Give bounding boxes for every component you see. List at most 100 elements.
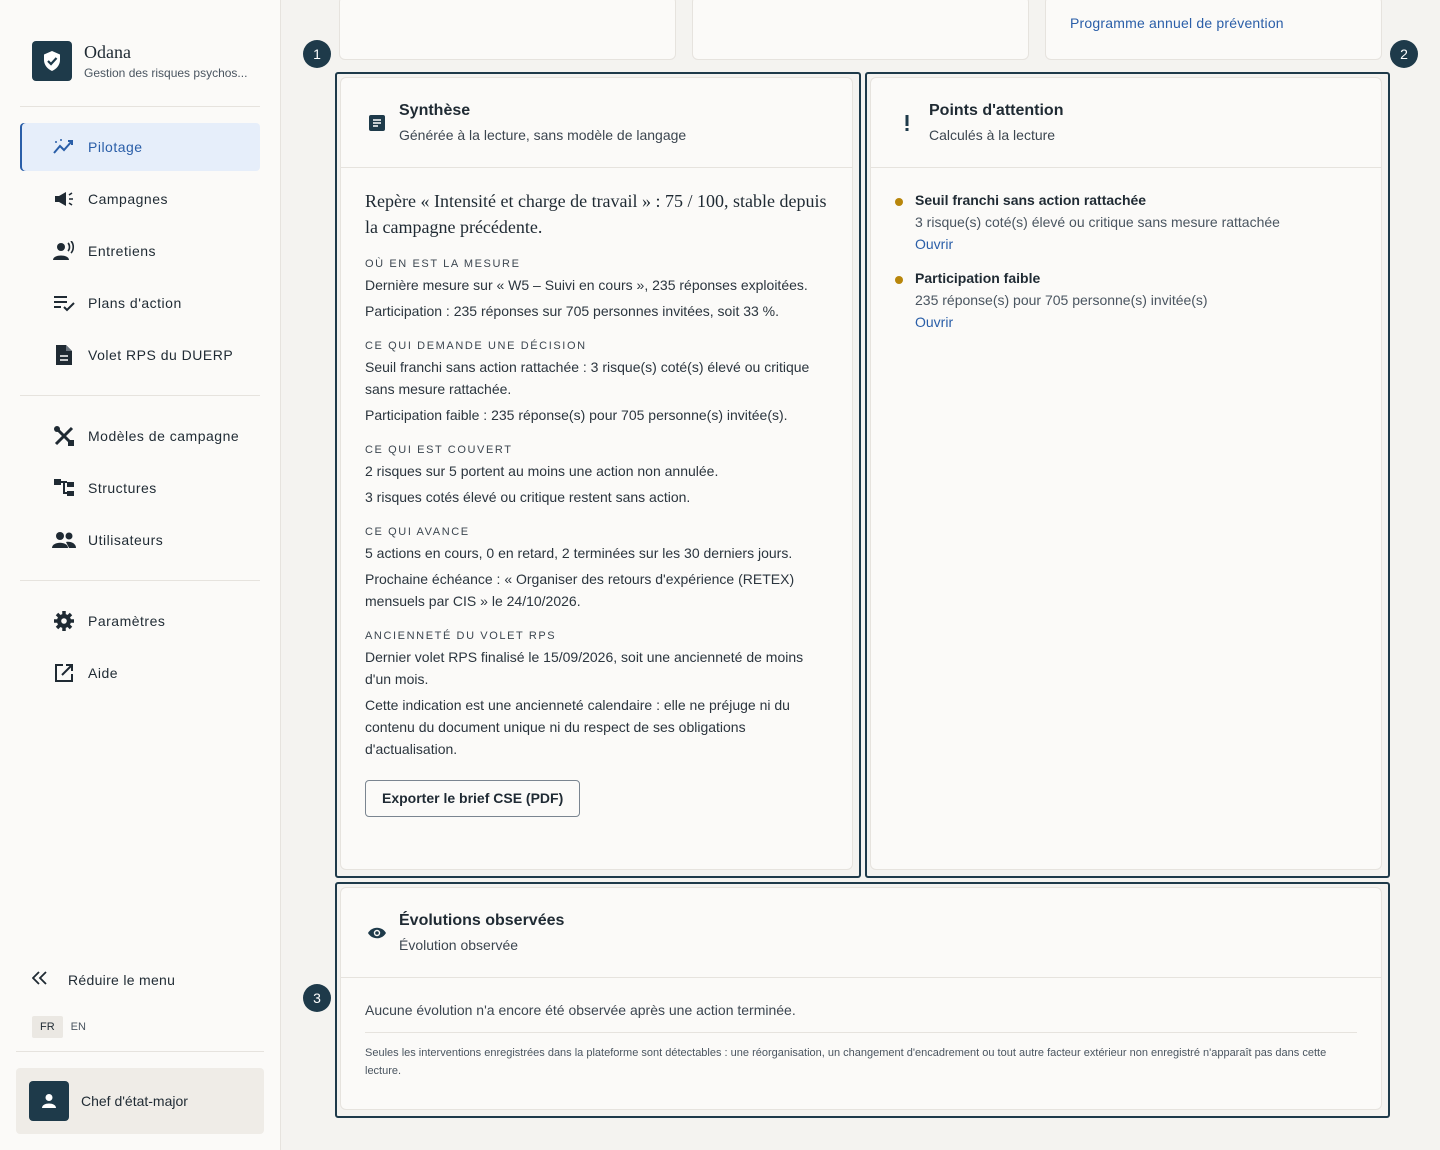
export-pdf-button[interactable]: Exporter le brief CSE (PDF) xyxy=(365,780,581,817)
section-paragraph: 2 risques sur 5 portent au moins une act… xyxy=(365,463,719,479)
evolutions-note: Seules les interventions enregistrées da… xyxy=(365,1047,1327,1077)
sidebar: Odana Gestion des risques psychos... Pil… xyxy=(0,0,281,1150)
card-subtitle: Évolution observée xyxy=(399,937,519,953)
open-link[interactable]: Ouvrir xyxy=(915,236,1357,252)
exclamation-icon xyxy=(895,111,919,135)
nav-label: Plans d'action xyxy=(88,295,182,311)
trending-icon xyxy=(52,135,76,159)
section-paragraph: Seuil franchi sans action rattachée : 3 … xyxy=(365,359,810,397)
document-icon xyxy=(52,343,76,367)
nav-label: Paramètres xyxy=(88,613,166,629)
section-paragraph: Prochaine échéance : « Organiser des ret… xyxy=(365,571,795,609)
lang-fr[interactable]: FR xyxy=(32,1016,63,1038)
top-card xyxy=(339,0,676,60)
attention-title: Seuil franchi sans action rattachée xyxy=(915,192,1147,208)
section-paragraph: 3 risques cotés élevé ou critique resten… xyxy=(365,489,691,505)
section-paragraph: 5 actions en cours, 0 en retard, 2 termi… xyxy=(365,545,793,561)
checklist-icon xyxy=(52,291,76,315)
nav-label: Volet RPS du DUERP xyxy=(88,347,234,363)
nav-item-volet-rps[interactable]: Volet RPS du DUERP xyxy=(20,331,260,379)
speaking-person-icon xyxy=(52,239,76,263)
divider xyxy=(16,1051,264,1052)
nav-item-entretiens[interactable]: Entretiens xyxy=(20,227,260,275)
nav-label: Utilisateurs xyxy=(88,532,164,548)
divider xyxy=(20,580,260,581)
nav-item-plans-action[interactable]: Plans d'action xyxy=(20,279,260,327)
synthese-card: Synthèse Générée à la lecture, sans modè… xyxy=(340,77,853,870)
double-chevron-left-icon xyxy=(31,971,56,988)
top-card: Programme annuel de prévention xyxy=(1045,0,1382,60)
divider xyxy=(20,106,260,107)
card-subtitle: Calculés à la lecture xyxy=(929,127,1056,143)
attention-item: Seuil franchi sans action rattachée 3 ri… xyxy=(893,192,1357,252)
nav-label: Campagnes xyxy=(88,191,168,207)
warning-dot-icon xyxy=(895,198,903,206)
group-icon xyxy=(52,528,76,552)
warning-dot-icon xyxy=(895,276,903,284)
section-label: Ce qui est couvert xyxy=(365,444,513,456)
card-title: Évolutions observées xyxy=(399,912,565,929)
brand[interactable]: Odana Gestion des risques psychos... xyxy=(32,41,247,81)
nav-label: Pilotage xyxy=(88,139,143,155)
attention-desc: 235 réponse(s) pour 705 personne(s) invi… xyxy=(915,292,1208,308)
top-card xyxy=(692,0,1029,60)
step-marker: 1 xyxy=(303,40,331,68)
user-avatar-icon xyxy=(29,1081,69,1121)
open-link[interactable]: Ouvrir xyxy=(915,314,1357,330)
shield-check-icon xyxy=(32,41,72,81)
section-label: Ancienneté du volet RPS xyxy=(365,630,557,642)
language-switcher: FR EN xyxy=(32,1016,94,1038)
nav-item-utilisateurs[interactable]: Utilisateurs xyxy=(20,516,260,564)
attention-item: Participation faible 235 réponse(s) pour… xyxy=(893,270,1357,330)
card-header: Synthèse Générée à la lecture, sans modè… xyxy=(341,78,852,168)
lang-en[interactable]: EN xyxy=(63,1016,94,1038)
divider xyxy=(365,1032,1357,1033)
card-header: Évolutions observées Évolution observée xyxy=(341,888,1381,978)
article-icon xyxy=(365,111,389,135)
step-marker: 2 xyxy=(1390,40,1418,68)
programme-link[interactable]: Programme annuel de prévention xyxy=(1070,15,1284,31)
eye-icon xyxy=(365,921,389,945)
section-paragraph: Dernière mesure sur « W5 – Suivi en cour… xyxy=(365,277,808,293)
card-header: Points d'attention Calculés à la lecture xyxy=(871,78,1381,168)
nav-item-parametres[interactable]: Paramètres xyxy=(20,597,260,645)
nav-label: Aide xyxy=(88,665,119,681)
attention-desc: 3 risque(s) coté(s) élevé ou critique sa… xyxy=(915,214,1280,230)
brand-name: Odana xyxy=(84,42,131,62)
section-label: Ce qui demande une décision xyxy=(365,340,587,352)
section-paragraph: Participation : 235 réponses sur 705 per… xyxy=(365,303,780,319)
nav-item-modeles[interactable]: Modèles de campagne xyxy=(20,412,260,460)
user-menu[interactable]: Chef d'état-major xyxy=(16,1068,264,1134)
divider xyxy=(20,395,260,396)
section-paragraph: Dernier volet RPS finalisé le 15/09/2026… xyxy=(365,649,804,687)
nav-item-campagnes[interactable]: Campagnes xyxy=(20,175,260,223)
collapse-label: Réduire le menu xyxy=(68,971,176,988)
card-title: Points d'attention xyxy=(929,102,1064,119)
card-subtitle: Générée à la lecture, sans modèle de lan… xyxy=(399,127,687,143)
attention-card: Points d'attention Calculés à la lecture… xyxy=(870,77,1382,870)
collapse-menu-button[interactable]: Réduire le menu xyxy=(31,971,176,988)
tools-icon xyxy=(52,424,76,448)
step-marker: 3 xyxy=(303,984,331,1012)
nav-label: Modèles de campagne xyxy=(88,428,240,444)
external-link-icon xyxy=(52,661,76,685)
nav-item-pilotage[interactable]: Pilotage xyxy=(20,123,260,171)
synthese-lead: Repère « Intensité et charge de travail … xyxy=(365,191,827,237)
nav-item-aide[interactable]: Aide xyxy=(20,649,260,697)
nav-label: Structures xyxy=(88,480,157,496)
brand-subtitle: Gestion des risques psychos... xyxy=(84,66,248,80)
nav-item-structures[interactable]: Structures xyxy=(20,464,260,512)
user-name: Chef d'état-major xyxy=(81,1093,188,1109)
section-paragraph: Cette indication est une ancienneté cale… xyxy=(365,697,790,757)
section-label: Où en est la mesure xyxy=(365,258,521,270)
section-label: Ce qui avance xyxy=(365,526,470,538)
card-title: Synthèse xyxy=(399,102,471,119)
gear-icon xyxy=(52,609,76,633)
evolutions-empty-text: Aucune évolution n'a encore été observée… xyxy=(365,1002,796,1018)
attention-title: Participation faible xyxy=(915,270,1041,286)
nav-label: Entretiens xyxy=(88,243,157,259)
evolutions-card: Évolutions observées Évolution observée … xyxy=(340,887,1382,1110)
section-paragraph: Participation faible : 235 réponse(s) po… xyxy=(365,407,788,423)
megaphone-icon xyxy=(52,187,76,211)
hierarchy-icon xyxy=(52,476,76,500)
